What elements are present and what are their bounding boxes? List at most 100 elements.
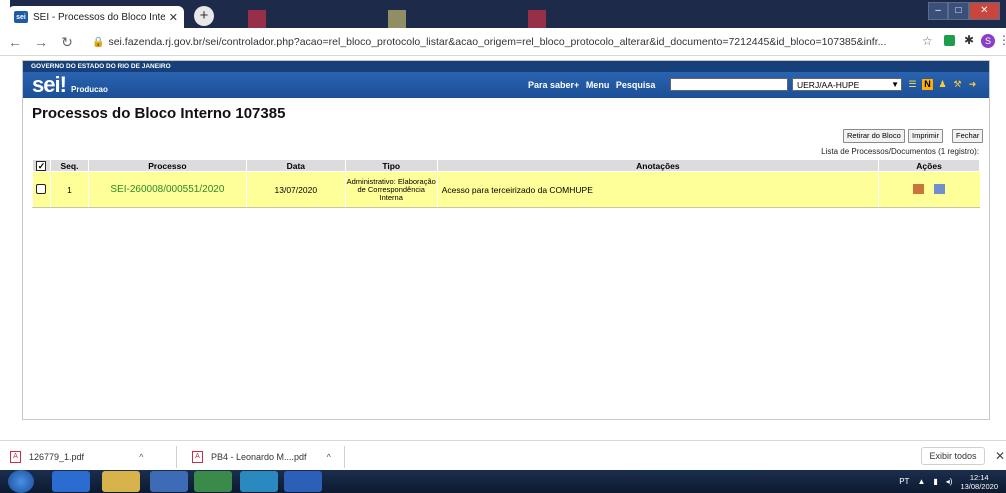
lock-icon: 🔒	[92, 36, 105, 48]
forward-arrow-icon[interactable]: →	[32, 34, 50, 50]
profile-avatar[interactable]: S	[981, 34, 995, 48]
word-icon[interactable]	[284, 471, 322, 492]
gov-banner: GOVERNO DO ESTADO DO RIO DE JANEIRO	[23, 61, 989, 72]
clock-date: 13/08/2020	[960, 481, 998, 491]
news-icon[interactable]: N	[922, 79, 933, 90]
select-all-header: ✓	[32, 159, 51, 172]
pdf-icon: A	[192, 451, 203, 463]
chevron-down-icon: ▼	[891, 80, 899, 89]
divider	[344, 446, 345, 468]
header-links: Para saber+ Menu Pesquisa	[528, 80, 659, 90]
edge-icon[interactable]	[240, 471, 278, 492]
tab-close-icon[interactable]: ✕	[169, 11, 178, 24]
header-tipo: Tipo	[344, 159, 438, 172]
extension-icon[interactable]	[944, 35, 955, 46]
row-select-cell	[32, 171, 51, 208]
header-data: Data	[245, 159, 346, 172]
menu-dots-icon[interactable]: ⋮	[998, 33, 1006, 47]
wrench-icon[interactable]: ⚒	[952, 79, 963, 90]
list-icon[interactable]: ☰	[907, 79, 918, 90]
clock-time: 12:14	[969, 472, 989, 482]
browser-tab-strip: sei SEI - Processos do Bloco Interno ✕ +…	[0, 0, 1006, 28]
row-actions	[878, 171, 980, 208]
header-seq: Seq.	[49, 159, 89, 172]
table-header-row: ✓ Seq. Processo Data Tipo Anotações Açõe…	[32, 159, 980, 172]
page-frame: GOVERNO DO ESTADO DO RIO DE JANEIRO sei!…	[22, 60, 990, 420]
network-icon[interactable]: ▮	[933, 477, 937, 486]
language-indicator[interactable]: PT	[899, 477, 909, 486]
media-player-icon[interactable]	[150, 471, 188, 492]
pesquisa-link[interactable]: Pesquisa	[616, 80, 656, 90]
fechar-button[interactable]: Fechar	[952, 129, 984, 143]
unit-select[interactable]: UERJ/AA-HUPE ▼	[792, 78, 902, 91]
browser-tab-active[interactable]: sei SEI - Processos do Bloco Interno ✕	[8, 6, 184, 28]
chevron-up-icon[interactable]: ^	[327, 452, 331, 462]
tray-arrow-icon[interactable]: ▲	[917, 477, 925, 486]
para-saber-link[interactable]: Para saber+	[528, 80, 579, 90]
file-explorer-icon[interactable]	[102, 471, 140, 492]
volume-icon[interactable]: ◂)	[946, 477, 953, 486]
new-tab-button[interactable]: +	[194, 6, 214, 26]
menu-link[interactable]: Menu	[586, 80, 610, 90]
address-bar: ← → ↻ 🔒 sei.fazenda.rj.gov.br/sei/contro…	[0, 28, 1006, 56]
user-icon[interactable]: ♟	[937, 79, 948, 90]
download-bar: A 126779_1.pdf ^ A PB4 - Leonardo M....p…	[0, 440, 1006, 470]
list-caption: Lista de Processos/Documentos (1 registr…	[821, 147, 979, 156]
retirar-bloco-button[interactable]: Retirar do Bloco	[843, 129, 905, 143]
download-item[interactable]: A PB4 - Leonardo M....pdf ^	[192, 449, 331, 465]
sei-header: sei! Producao Para saber+ Menu Pesquisa …	[23, 72, 989, 98]
row-seq: 1	[49, 171, 89, 208]
document-tab-icon[interactable]	[388, 10, 406, 28]
windows-taskbar: PT ▲ ▮ ◂) 12:14 13/08/2020	[0, 470, 1006, 493]
close-download-bar-icon[interactable]: ✕	[995, 449, 1005, 463]
row-tipo: Administrativo: Elaboração de Correspond…	[344, 171, 438, 208]
row-data: 13/07/2020	[245, 171, 346, 208]
sei-logo[interactable]: sei!	[32, 74, 67, 96]
select-all-checkbox[interactable]: ✓	[36, 160, 47, 171]
clock[interactable]: 12:14 13/08/2020	[960, 473, 998, 491]
url-field[interactable]: 🔒 sei.fazenda.rj.gov.br/sei/controlador.…	[92, 32, 912, 52]
header-icons: ☰ N ♟ ⚒ ➜	[907, 79, 978, 90]
table-row[interactable]: 1 SEI-260008/000551/2020 13/07/2020 Admi…	[32, 171, 980, 208]
reload-icon[interactable]: ↻	[58, 34, 76, 51]
sei-favicon-icon: sei	[14, 11, 28, 23]
close-window-button[interactable]: ✕	[968, 2, 1000, 20]
tab-title: SEI - Processos do Bloco Interno	[33, 11, 165, 23]
star-icon[interactable]: ☆	[922, 34, 933, 48]
download-filename: PB4 - Leonardo M....pdf	[211, 452, 307, 462]
maximize-button[interactable]: □	[948, 2, 969, 20]
imprimir-button[interactable]: Imprimir	[908, 129, 944, 143]
environment-label: Producao	[71, 85, 108, 94]
header-processo: Processo	[87, 159, 247, 172]
url-text: sei.fazenda.rj.gov.br/sei/controlador.ph…	[108, 36, 887, 48]
divider	[176, 446, 177, 468]
pdf-tab-icon[interactable]	[248, 10, 266, 28]
minimize-button[interactable]: –	[928, 2, 949, 20]
pdf-icon: A	[10, 451, 21, 463]
exit-icon[interactable]: ➜	[967, 79, 978, 90]
processes-table: ✓ Seq. Processo Data Tipo Anotações Açõe…	[32, 159, 980, 208]
back-arrow-icon[interactable]: ←	[6, 34, 24, 50]
system-tray: PT ▲ ▮ ◂) 12:14 13/08/2020	[899, 470, 998, 493]
row-checkbox[interactable]	[36, 183, 47, 194]
ie-icon[interactable]	[52, 471, 90, 492]
row-processo-cell: SEI-260008/000551/2020	[87, 171, 247, 208]
chrome-icon[interactable]	[194, 471, 232, 492]
header-anotacoes: Anotações	[436, 159, 880, 172]
download-item[interactable]: A 126779_1.pdf ^	[10, 449, 143, 465]
annotation-icon[interactable]	[934, 183, 946, 194]
header-acoes: Ações	[878, 159, 980, 172]
show-all-downloads-button[interactable]: Exibir todos	[921, 447, 985, 465]
search-input[interactable]	[670, 78, 788, 91]
pdf-tab-icon[interactable]	[528, 10, 546, 28]
window-controls: – □ ✕	[928, 2, 1000, 20]
puzzle-icon[interactable]: ✱	[964, 33, 974, 47]
unit-select-value: UERJ/AA-HUPE	[797, 80, 860, 90]
remove-from-block-icon[interactable]	[913, 183, 925, 194]
chevron-up-icon[interactable]: ^	[139, 452, 143, 462]
page-title: Processos do Bloco Interno 107385	[32, 105, 286, 122]
start-button[interactable]	[8, 470, 34, 493]
download-filename: 126779_1.pdf	[29, 452, 85, 462]
row-anotacoes: Acesso para terceirizado da COMHUPE	[436, 171, 879, 208]
processo-link[interactable]: SEI-260008/000551/2020	[110, 184, 224, 195]
